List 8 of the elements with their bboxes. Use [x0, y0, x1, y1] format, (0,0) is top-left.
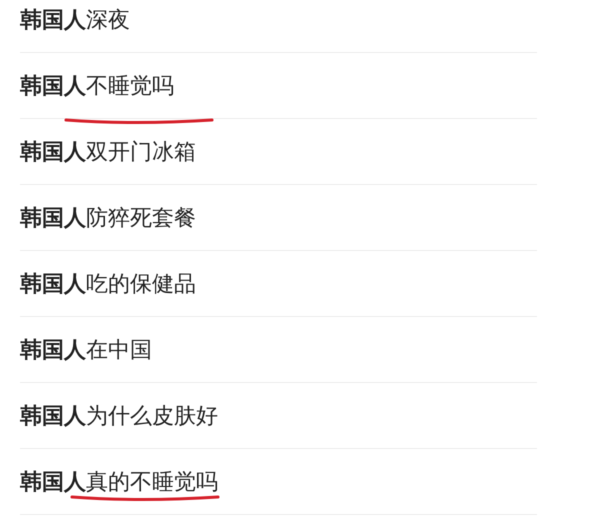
- suggestion-item[interactable]: 韩国人吃的保健品: [20, 268, 196, 298]
- suggestion-item[interactable]: 韩国人深夜: [20, 4, 130, 34]
- suggestion-item[interactable]: 韩国人不睡觉吗: [20, 70, 174, 100]
- suggestion-item[interactable]: 韩国人真的不睡觉吗: [20, 466, 218, 496]
- suggestion-item[interactable]: 韩国人双开门冰箱: [20, 136, 196, 166]
- suggestion-item[interactable]: 韩国人防猝死套餐: [20, 202, 196, 232]
- suggestion-item[interactable]: 韩国人为什么皮肤好: [20, 400, 218, 430]
- suggestion-item[interactable]: 韩国人在中国: [20, 334, 152, 364]
